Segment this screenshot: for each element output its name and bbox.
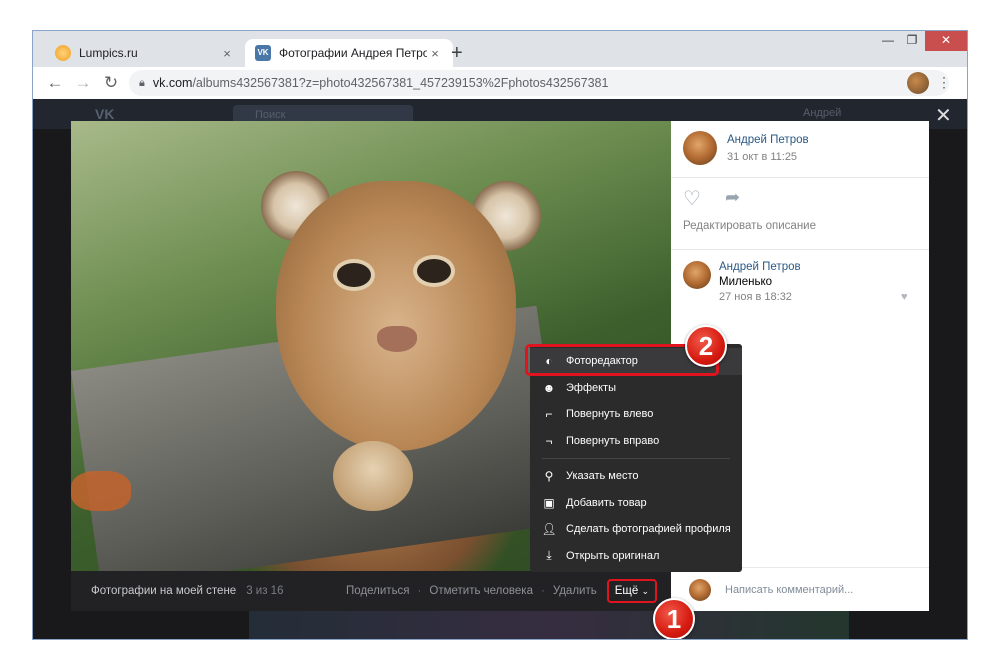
tab-lumpics[interactable]: Lumpics.ru × [45,39,245,67]
share-link[interactable]: Поделиться [346,585,410,597]
vk-page: VK Поиск Андрей ✕ Фотографии на моей сте… [33,99,967,639]
profile-avatar[interactable] [907,72,929,94]
delete-link[interactable]: Удалить [553,585,597,597]
step-1-badge: 1 [653,598,695,639]
comment-input[interactable]: Написать комментарий... [725,584,853,596]
edit-description-link[interactable]: Редактировать описание [683,220,816,232]
new-tab-button[interactable]: + [451,43,463,63]
back-arrow-icon[interactable]: ← [41,73,69,93]
cub-face [276,181,516,451]
menu-item-label: Повернуть влево [566,408,654,421]
close-viewer-icon[interactable]: ✕ [935,103,952,128]
post-date[interactable]: 31 окт в 11:25 [727,151,797,163]
smiley-icon: ☻ [542,380,556,395]
cub-eye-left [337,263,371,287]
separator: · [540,585,545,597]
comment-date[interactable]: 27 ноя в 18:32 [719,291,792,303]
tab-close-icon[interactable]: × [427,46,443,61]
menu-item-label: Эффекты [566,381,617,394]
author-avatar[interactable] [683,131,717,165]
more-button[interactable]: Ещё ⌄ [606,579,657,603]
divider [671,177,929,178]
like-heart-icon[interactable]: ♡ [683,186,701,211]
rotate-left-icon: ⌐ [545,407,553,422]
chevron-down-icon: ⌄ [641,586,649,596]
tab-title: Lumpics.ru [79,46,138,60]
rotate-right-icon: ¬ [545,433,553,448]
cub-nose [377,326,417,352]
menu-item-add-product[interactable]: ▣ Добавить товар [530,490,742,517]
tab-strip: Lumpics.ru × VK Фотографии Андрея Петров… [33,31,967,67]
author-name[interactable]: Андрей Петров [727,134,809,146]
photo-counter: 3 из 16 [246,585,284,597]
separator: · [417,585,422,597]
menu-item-label: Указать место [566,470,639,483]
menu-item-label: Открыть оригинал [566,549,660,562]
url-host: vk.com [152,76,193,90]
browser-window: Lumpics.ru × VK Фотографии Андрея Петров… [32,30,968,640]
lichen-shape [71,471,131,511]
browser-menu-icon[interactable]: ⋮ [937,74,951,91]
address-bar[interactable]: 🔒︎ vk.com /albums432567381?z=photo432567… [129,70,949,96]
more-dropdown-menu: ◐ Фоторедактор ☻ Эффекты ⌐ Повернуть вле… [530,344,742,572]
menu-item-rotate-right[interactable]: ¬ Повернуть вправо [530,428,742,455]
vk-user-name[interactable]: Андрей [803,107,841,119]
comment-text: Миленько [719,276,773,288]
menu-item-label: Повернуть вправо [566,434,660,447]
url-path: /albums432567381?z=photo432567381_457239… [192,76,609,90]
photo-actions: Поделиться · Отметить человека · Удалить… [346,571,657,611]
tab-close-icon[interactable]: × [219,46,235,61]
more-label: Ещё [614,585,639,597]
share-arrow-icon[interactable]: ➦ [725,187,740,208]
download-icon: ⤓ [546,548,552,563]
menu-item-label: Сделать фотографией профиля [566,523,731,536]
lumpics-favicon-icon [55,45,71,61]
window-close-button[interactable]: ✕ [925,31,967,51]
commenter-name[interactable]: Андрей Петров [719,261,801,273]
menu-item-set-profile-photo[interactable]: 👤︎ Сделать фотографией профиля [530,516,742,543]
thumbnail-strip [249,611,849,639]
menu-item-open-original[interactable]: ⤓ Открыть оригинал [530,543,742,570]
menu-item-location[interactable]: ⚲ Указать место [530,463,742,490]
shopping-bag-icon: ▣ [543,495,555,510]
tag-person-link[interactable]: Отметить человека [429,585,533,597]
reload-icon[interactable]: ↻ [97,73,125,93]
my-avatar [689,579,711,601]
location-pin-icon: ⚲ [544,469,554,484]
commenter-avatar[interactable] [683,261,711,289]
divider [671,249,929,250]
menu-divider [530,454,742,463]
tab-title: Фотографии Андрея Петрова – [279,46,427,60]
step-2-badge: 2 [685,325,727,367]
cub-paw [333,441,413,511]
tab-vk-photos[interactable]: VK Фотографии Андрея Петрова – × [245,39,453,67]
person-icon: 👤︎ [541,522,557,537]
forward-arrow-icon[interactable]: → [69,73,97,93]
vk-logo[interactable]: VK [95,106,114,122]
menu-item-rotate-left[interactable]: ⌐ Повернуть влево [530,401,742,428]
photo-bottom-bar: Фотографии на моей стене 3 из 16 Поделит… [71,571,671,611]
menu-item-label: Добавить товар [566,496,647,509]
lock-icon: 🔒︎ [139,76,145,89]
comment-input-area[interactable]: Написать комментарий... [671,567,929,611]
vk-favicon-icon: VK [255,45,271,61]
menu-item-effects[interactable]: ☻ Эффекты [530,375,742,402]
album-title[interactable]: Фотографии на моей стене [91,585,236,597]
browser-toolbar: ← → ↻ 🔒︎ vk.com /albums432567381?z=photo… [33,67,967,99]
comment-like-icon[interactable]: ♥ [901,291,908,303]
cub-eye-right [417,259,451,283]
maximize-button[interactable]: ❐ [895,31,929,51]
